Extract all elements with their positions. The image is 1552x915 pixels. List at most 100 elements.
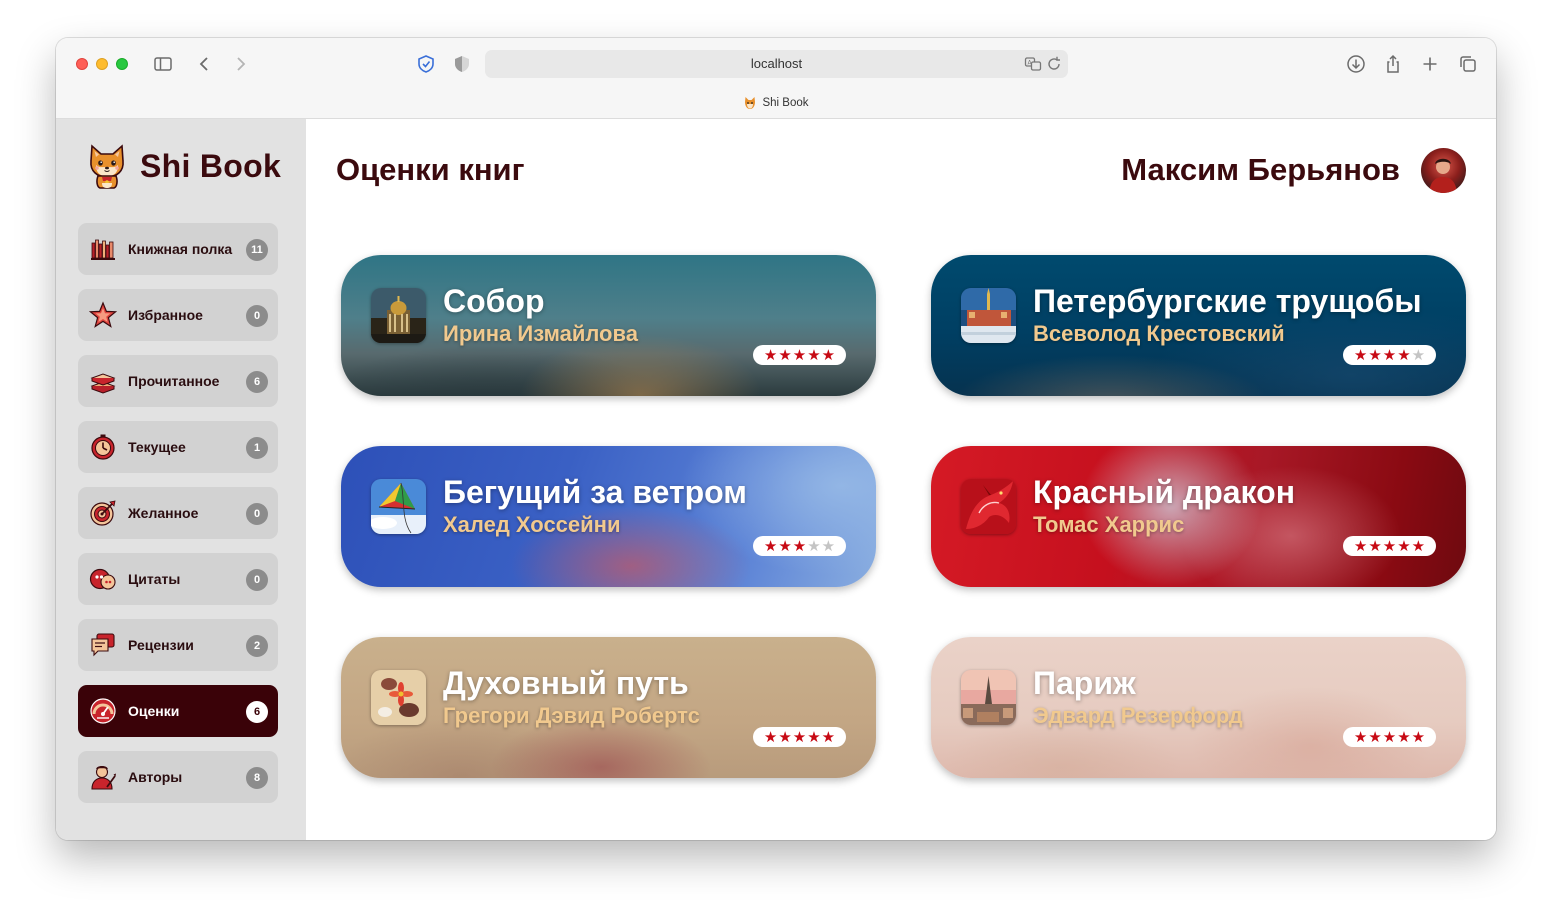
close-window-button[interactable] (76, 58, 88, 70)
book-rating-card[interactable]: Париж Эдвард Резерфорд ★ ★ ★ ★ ★ (931, 637, 1466, 778)
sidebar-item-read[interactable]: Прочитанное 6 (78, 355, 278, 407)
count-badge: 0 (246, 503, 268, 525)
star-filled-icon: ★ (1382, 728, 1397, 746)
download-icon[interactable] (1344, 52, 1368, 76)
star-rating: ★ ★ ★ ★ ★ (1343, 727, 1436, 747)
browser-toolbar: localhost A Shi Book (56, 38, 1496, 119)
star-filled-icon: ★ (1382, 537, 1397, 555)
sidebar-item-label: Авторы (128, 769, 183, 785)
reviews-icon (88, 630, 118, 660)
count-badge: 11 (246, 239, 268, 261)
star-filled-icon: ★ (792, 537, 807, 555)
book-cover-image (961, 670, 1016, 725)
star-icon (88, 300, 118, 330)
star-filled-icon: ★ (1397, 346, 1411, 364)
address-bar[interactable]: localhost A (485, 50, 1068, 78)
maximize-window-button[interactable] (116, 58, 128, 70)
timer-icon (88, 432, 118, 462)
translate-icon[interactable]: A (1024, 55, 1042, 73)
tab-active[interactable]: Shi Book (56, 96, 1496, 110)
book-author: Грегори Дэвид Робертс (443, 703, 700, 728)
star-filled-icon: ★ (1397, 728, 1411, 746)
book-author: Томас Харрис (1033, 512, 1185, 537)
quote-bubbles-icon (88, 564, 118, 594)
shiba-favicon-icon (745, 97, 756, 109)
star-filled-icon: ★ (1353, 346, 1368, 364)
books-stack-icon (88, 366, 118, 396)
author-icon (88, 762, 118, 792)
book-cover-image (371, 479, 426, 534)
star-filled-icon: ★ (821, 346, 836, 364)
sidebar-item-label: Оценки (128, 703, 180, 719)
star-filled-icon: ★ (1368, 346, 1382, 364)
sidebar-item-bookshelf[interactable]: Книжная полка 11 (78, 223, 278, 275)
sidebar-item-reviews[interactable]: Рецензии 2 (78, 619, 278, 671)
star-filled-icon: ★ (821, 728, 836, 746)
count-badge: 8 (246, 767, 268, 789)
book-author: Ирина Измайлова (443, 321, 638, 346)
count-badge: 6 (246, 701, 268, 723)
bookshelf-icon (88, 234, 118, 264)
book-rating-card[interactable]: Красный дракон Томас Харрис ★ ★ ★ ★ ★ (931, 446, 1466, 587)
star-filled-icon: ★ (792, 346, 807, 364)
book-rating-card[interactable]: Собор Ирина Измайлова ★ ★ ★ ★ ★ (341, 255, 876, 396)
count-badge: 6 (246, 371, 268, 393)
book-title: Красный дракон (1033, 474, 1296, 510)
app-logo[interactable]: Shi Book (86, 143, 281, 189)
sidebar-item-label: Прочитанное (128, 373, 220, 389)
star-filled-icon: ★ (1397, 537, 1411, 555)
star-empty-icon: ★ (821, 537, 836, 555)
tab-overview-icon[interactable] (1456, 52, 1480, 76)
count-badge: 0 (246, 569, 268, 591)
book-author: Халед Хоссейни (443, 512, 621, 537)
sidebar-item-label: Рецензии (128, 637, 194, 653)
book-cover-image (961, 288, 1016, 343)
sidebar-item-current[interactable]: Текущее 1 (78, 421, 278, 473)
forward-icon[interactable] (228, 52, 252, 76)
share-icon[interactable] (1381, 52, 1405, 76)
book-title: Собор (443, 283, 545, 319)
app-name: Shi Book (140, 147, 282, 184)
book-rating-card[interactable]: Духовный путь Грегори Дэвид Робертс ★ ★ ★ ★… (341, 637, 876, 778)
sidebar-item-ratings[interactable]: Оценки 6 (78, 685, 278, 737)
sidebar-item-wishlist[interactable]: Желанное 0 (78, 487, 278, 539)
star-filled-icon: ★ (1368, 728, 1382, 746)
star-filled-icon: ★ (807, 346, 821, 364)
sidebar-item-label: Избранное (128, 307, 203, 323)
url-text: localhost (750, 56, 803, 71)
browser-window: localhost A Shi Book Shi Book Книжная по… (56, 38, 1496, 840)
book-cover-image (371, 670, 426, 725)
book-rating-card[interactable]: Петербургские трущобы Всеволод Крестовск… (931, 255, 1466, 396)
sidebar-item-label: Цитаты (128, 571, 181, 587)
sidebar-item-quotes[interactable]: Цитаты 0 (78, 553, 278, 605)
star-filled-icon: ★ (1382, 346, 1397, 364)
sidebar-item-authors[interactable]: Авторы 8 (78, 751, 278, 803)
page-title: Оценки книг (336, 152, 525, 187)
star-filled-icon: ★ (763, 537, 778, 555)
shield-icon[interactable] (450, 52, 474, 76)
privacy-shield-icon[interactable] (414, 52, 438, 76)
minimize-window-button[interactable] (96, 58, 108, 70)
reload-icon[interactable] (1045, 55, 1063, 73)
sidebar-toggle-icon[interactable] (151, 52, 175, 76)
target-icon (88, 498, 118, 528)
star-rating: ★ ★ ★ ★ ★ (1343, 345, 1436, 365)
book-title: Париж (1033, 665, 1136, 701)
avatar[interactable] (1421, 148, 1466, 193)
star-filled-icon: ★ (763, 346, 778, 364)
new-tab-icon[interactable] (1418, 52, 1442, 76)
book-cover-image (961, 479, 1016, 534)
star-rating: ★ ★ ★ ★ ★ (753, 536, 846, 556)
shiba-dog-icon (90, 144, 124, 189)
book-author: Эдвард Резерфорд (1033, 703, 1243, 728)
sidebar-item-label: Книжная полка (128, 241, 233, 257)
star-rating: ★ ★ ★ ★ ★ (1343, 536, 1436, 556)
sidebar-item-favorites[interactable]: Избранное 0 (78, 289, 278, 341)
back-icon[interactable] (193, 52, 217, 76)
star-filled-icon: ★ (763, 728, 778, 746)
book-rating-card[interactable]: Бегущий за ветром Халед Хоссейни ★ ★ ★ ★ ★ (341, 446, 876, 587)
star-empty-icon: ★ (807, 537, 821, 555)
book-cover-image (371, 288, 426, 343)
user-name[interactable]: Максим Берьянов (1121, 152, 1400, 188)
book-title: Бегущий за ветром (443, 474, 747, 510)
